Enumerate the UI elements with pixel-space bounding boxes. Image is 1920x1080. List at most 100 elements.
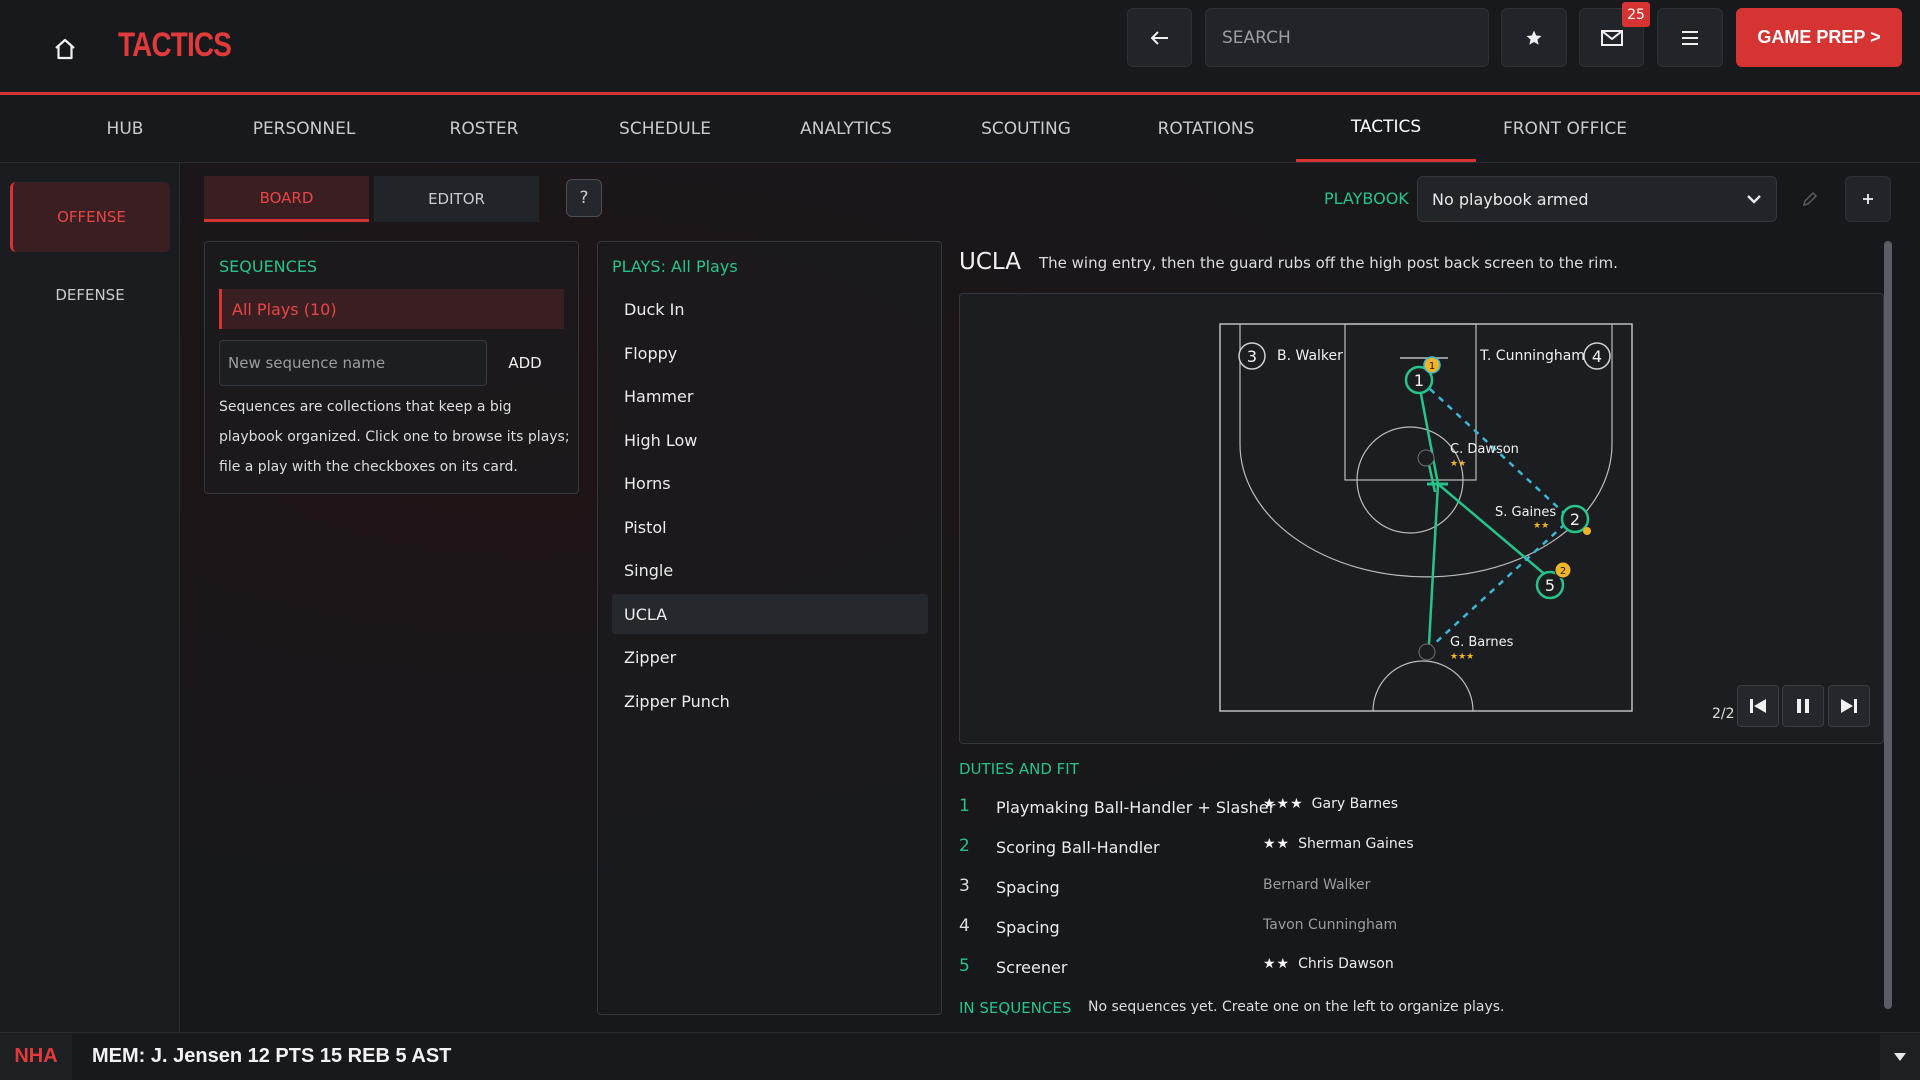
- ticker-text: MEM: J. Jensen 12 PTS 15 REB 5 AST: [92, 1045, 452, 1067]
- menu-icon: [1682, 30, 1698, 45]
- pause-button[interactable]: [1782, 685, 1824, 727]
- ball-marker-1: 1: [1423, 356, 1441, 374]
- home-icon: [55, 38, 75, 60]
- back-button[interactable]: [1127, 8, 1192, 67]
- court-diagram: 3 B. Walker 4 T. Cunningham 1 1 C. Dawso…: [1219, 323, 1633, 712]
- scrollbar-thumb[interactable]: [1884, 241, 1892, 1009]
- play-item[interactable]: Duck In: [612, 289, 928, 329]
- tab-schedule[interactable]: SCHEDULE: [575, 95, 755, 162]
- detail-scrollbar[interactable]: [1884, 241, 1892, 1009]
- sequence-item-all-plays[interactable]: All Plays (10): [219, 289, 564, 329]
- tab-personnel[interactable]: PERSONNEL: [214, 95, 394, 162]
- mail-icon: [1600, 29, 1623, 46]
- duty-role: Screener: [996, 958, 1068, 977]
- new-sequence-input[interactable]: [219, 340, 487, 386]
- play-item[interactable]: Horns: [612, 463, 928, 503]
- step-counter: 2/2: [1712, 706, 1735, 722]
- play-item[interactable]: High Low: [612, 420, 928, 460]
- ball-marker-2: 2: [1554, 561, 1572, 579]
- play-item-selected[interactable]: UCLA: [612, 594, 928, 634]
- duty-role: Playmaking Ball-Handler + Slasher: [996, 798, 1276, 817]
- tab-rotations[interactable]: ROTATIONS: [1116, 95, 1296, 162]
- next-step-button[interactable]: [1828, 685, 1870, 727]
- main-nav: HUB PERSONNEL ROSTER SCHEDULE ANALYTICS …: [0, 95, 1920, 163]
- duty-number: 3: [959, 876, 970, 896]
- play-item[interactable]: Zipper: [612, 637, 928, 677]
- player-4-marker: 4: [1583, 342, 1611, 370]
- play-item[interactable]: Floppy: [612, 333, 928, 373]
- ticker-toggle-button[interactable]: [1880, 1033, 1920, 1080]
- svg-text:5: 5: [1545, 576, 1555, 595]
- pause-icon: [1797, 699, 1809, 713]
- tab-roster[interactable]: ROSTER: [394, 95, 574, 162]
- play-title: UCLA: [959, 249, 1021, 275]
- duties-heading: DUTIES AND FIT: [959, 760, 1079, 778]
- menu-button[interactable]: [1657, 8, 1723, 67]
- home-button[interactable]: [52, 36, 78, 62]
- sequences-panel: SEQUENCES All Plays (10) ADD Sequences a…: [204, 241, 579, 494]
- duty-number: 2: [959, 836, 970, 856]
- game-prep-button[interactable]: GAME PREP >: [1736, 8, 1902, 67]
- play-description: The wing entry, then the guard rubs off …: [1039, 254, 1618, 272]
- svg-text:1: 1: [1429, 361, 1435, 372]
- add-sequence-button[interactable]: ADD: [495, 340, 555, 386]
- star-icon: [1526, 30, 1542, 45]
- player-label-walker: B. Walker: [1277, 348, 1343, 364]
- side-item-offense[interactable]: OFFENSE: [10, 182, 170, 252]
- tab-scouting[interactable]: SCOUTING: [936, 95, 1116, 162]
- duty-player: ★★ Chris Dawson: [1263, 956, 1394, 972]
- duty-player: ★★★ Gary Barnes: [1263, 796, 1398, 812]
- triangle-down-icon: [1894, 1052, 1906, 1061]
- top-bar: TACTICS 25 GAME PREP >: [0, 0, 1920, 95]
- in-sequences-text: No sequences yet. Create one on the left…: [1088, 999, 1505, 1015]
- play-board: 3 B. Walker 4 T. Cunningham 1 1 C. Dawso…: [959, 293, 1884, 744]
- tab-editor[interactable]: EDITOR: [374, 176, 539, 222]
- ticker-league: NHA: [0, 1033, 72, 1080]
- duty-number: 1: [959, 796, 970, 816]
- play-item[interactable]: Pistol: [612, 507, 928, 547]
- previous-step-button[interactable]: [1737, 685, 1779, 727]
- duty-number: 5: [959, 956, 970, 976]
- tab-board[interactable]: BOARD: [204, 176, 369, 222]
- player-3-marker: 3: [1238, 342, 1266, 370]
- sequences-help-text: Sequences are collections that keep a bi…: [219, 399, 570, 475]
- tab-tactics[interactable]: TACTICS: [1296, 95, 1476, 162]
- play-item[interactable]: Single: [612, 550, 928, 590]
- plays-heading: PLAYS: All Plays: [612, 257, 738, 276]
- notification-badge: 25: [1622, 2, 1650, 27]
- chevron-down-icon: [1747, 195, 1761, 204]
- player-2-marker: 2: [1560, 504, 1590, 534]
- player-label-gaines: S. Gaines: [1495, 505, 1556, 520]
- duty-player-name: Gary Barnes: [1311, 796, 1399, 812]
- tab-analytics[interactable]: ANALYTICS: [756, 95, 936, 162]
- playbook-select-value: No playbook armed: [1432, 189, 1589, 209]
- search-input[interactable]: [1222, 27, 1472, 48]
- side-item-defense[interactable]: DEFENSE: [10, 260, 170, 330]
- plus-icon: [1863, 194, 1873, 204]
- playbook-select[interactable]: No playbook armed: [1417, 176, 1777, 222]
- player-stars-dawson: ★★: [1450, 459, 1466, 469]
- player-stars-gaines: ★★: [1533, 521, 1549, 531]
- edit-playbook-button[interactable]: [1787, 176, 1833, 222]
- svg-text:4: 4: [1592, 347, 1602, 366]
- help-button[interactable]: ?: [566, 179, 602, 217]
- sequences-heading: SEQUENCES: [219, 257, 318, 276]
- player-label-dawson: C. Dawson: [1450, 442, 1519, 457]
- tab-front-office[interactable]: FRONT OFFICE: [1475, 95, 1655, 162]
- player-label-cunningham: T. Cunningham: [1479, 348, 1585, 364]
- app-title: TACTICS: [118, 26, 232, 64]
- pencil-icon: [1802, 191, 1818, 207]
- tab-hub[interactable]: HUB: [35, 95, 215, 162]
- svg-text:3: 3: [1247, 347, 1257, 366]
- duty-number: 4: [959, 916, 970, 936]
- play-item[interactable]: Hammer: [612, 376, 928, 416]
- svg-text:1: 1: [1414, 371, 1424, 390]
- duty-role: Scoring Ball-Handler: [996, 838, 1160, 857]
- duty-player-name: Tavon Cunningham: [1263, 917, 1398, 933]
- play-item[interactable]: Zipper Punch: [612, 681, 928, 721]
- skip-forward-icon: [1841, 699, 1857, 713]
- add-playbook-button[interactable]: [1845, 176, 1891, 222]
- favorites-button[interactable]: [1501, 8, 1567, 67]
- in-sequences-label: IN SEQUENCES: [959, 999, 1072, 1017]
- main-content: BOARD EDITOR ? PLAYBOOK No playbook arme…: [181, 163, 1920, 1032]
